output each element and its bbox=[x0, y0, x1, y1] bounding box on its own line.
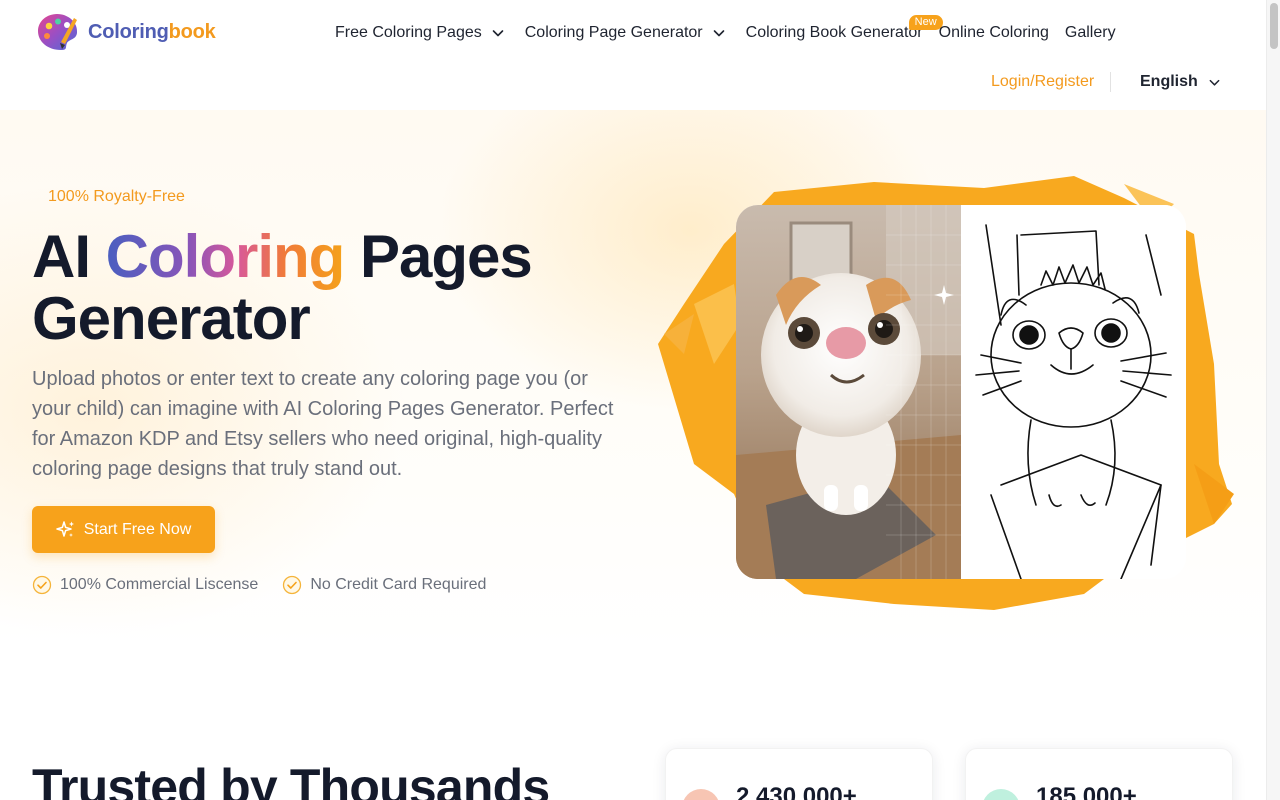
stat-card-pages: 185,000+ bbox=[965, 748, 1233, 800]
sparkle-icon bbox=[55, 520, 74, 537]
brand-name: Coloringbook bbox=[88, 20, 216, 43]
hero-features: 100% Commercial Liscense No Credit Card … bbox=[32, 575, 510, 595]
nav-item-label: Coloring Book Generator bbox=[745, 24, 923, 41]
feature-commercial-license: 100% Commercial Liscense bbox=[32, 575, 258, 595]
nav-online-coloring[interactable]: Online Coloring bbox=[939, 24, 1049, 42]
hero-title: AI Coloring Pages Generator bbox=[32, 223, 533, 352]
stat-icon bbox=[682, 789, 720, 800]
main-nav: Free Coloring Pages Coloring Page Genera… bbox=[335, 15, 1116, 42]
start-free-label: Start Free Now bbox=[83, 520, 192, 538]
site-header: Coloringbook Free Coloring Pages Colorin… bbox=[0, 0, 1266, 110]
check-circle-icon bbox=[283, 575, 302, 595]
check-circle-icon bbox=[32, 575, 52, 595]
hero-image bbox=[654, 164, 1254, 624]
stat-card-users: 2,430,000+ bbox=[665, 748, 933, 800]
stat-number: 185,000+ bbox=[1036, 783, 1137, 800]
header-divider bbox=[1110, 72, 1111, 92]
hero-eyebrow: 100% Royalty-Free bbox=[48, 188, 185, 205]
chevron-down-icon bbox=[713, 30, 724, 37]
feature-label: No Credit Card Required bbox=[310, 576, 487, 593]
chevron-down-icon bbox=[492, 30, 504, 37]
page-scrollbar[interactable] bbox=[1266, 0, 1280, 800]
scrollbar-thumb[interactable] bbox=[1270, 3, 1278, 49]
brand-logo[interactable]: Coloringbook bbox=[36, 12, 216, 52]
feature-no-credit-card: No Credit Card Required bbox=[282, 575, 486, 595]
stat-number: 2,430,000+ bbox=[736, 783, 857, 800]
nav-item-label: Online Coloring bbox=[938, 24, 1049, 41]
language-selector[interactable]: English bbox=[1140, 73, 1221, 91]
start-free-button[interactable]: Start Free Now bbox=[32, 506, 215, 553]
feature-label: 100% Commercial Liscense bbox=[60, 576, 259, 593]
cat-line-drawing bbox=[961, 205, 1186, 579]
before-after-card bbox=[736, 205, 1186, 579]
hero-title-highlight: Coloring bbox=[105, 223, 346, 290]
new-badge: New bbox=[908, 15, 943, 30]
language-label: English bbox=[1140, 73, 1198, 90]
hero-description: Upload photos or enter text to create an… bbox=[32, 368, 614, 480]
nav-free-coloring-pages[interactable]: Free Coloring Pages bbox=[335, 24, 505, 42]
chevron-down-icon bbox=[1209, 79, 1220, 86]
cat-photo bbox=[736, 205, 961, 579]
nav-coloring-page-generator[interactable]: Coloring Page Generator bbox=[525, 24, 726, 42]
nav-item-label: Coloring Page Generator bbox=[524, 24, 703, 41]
palette-logo-icon bbox=[38, 14, 78, 50]
nav-gallery[interactable]: Gallery bbox=[1065, 24, 1116, 42]
stat-icon bbox=[982, 789, 1020, 800]
login-register-link[interactable]: Login/Register bbox=[991, 73, 1094, 91]
trusted-heading: Trusted by Thousands bbox=[32, 759, 550, 800]
nav-coloring-book-generator[interactable]: Coloring Book Generator New bbox=[745, 15, 943, 42]
nav-item-label: Gallery bbox=[1064, 24, 1116, 41]
nav-item-label: Free Coloring Pages bbox=[335, 24, 482, 41]
